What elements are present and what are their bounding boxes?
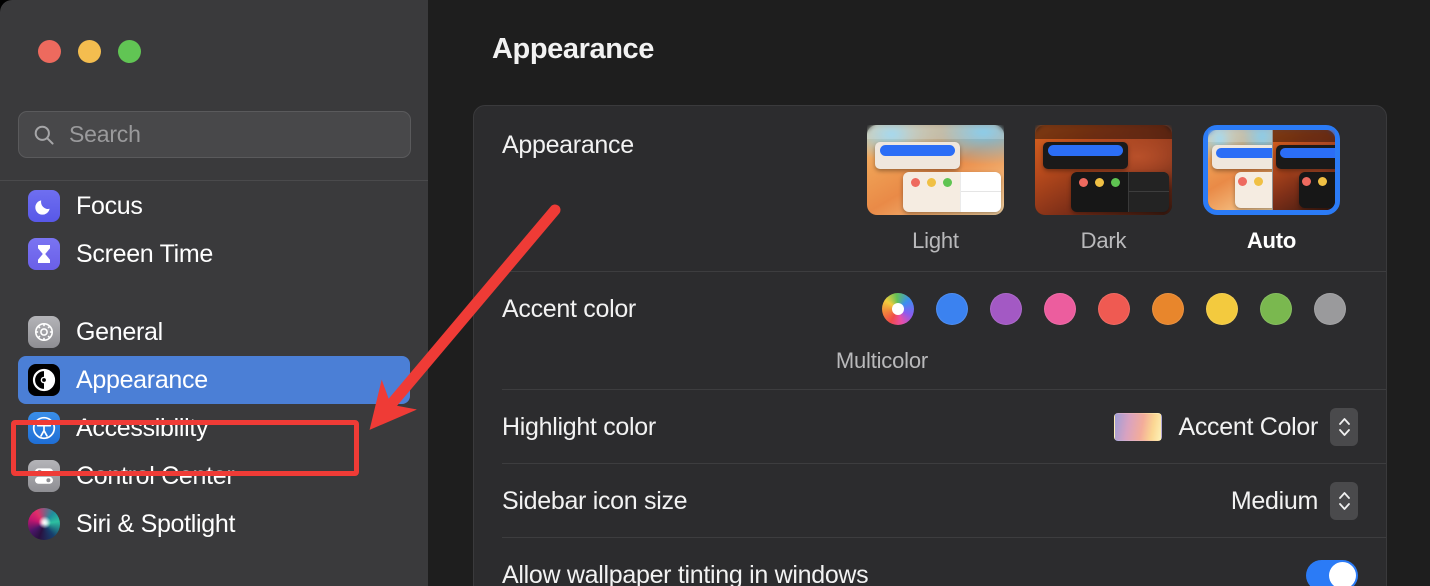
general-gear-icon (28, 316, 60, 348)
focus-moon-icon (28, 190, 60, 222)
highlight-color-row-label: Highlight color (502, 412, 656, 441)
search-icon (34, 125, 54, 145)
accessibility-person-icon (28, 412, 60, 444)
theme-caption: Auto (1246, 228, 1297, 253)
accent-swatch-pink[interactable] (1044, 293, 1076, 325)
accent-swatch-blue[interactable] (936, 293, 968, 325)
theme-thumbnail-light:  (867, 125, 1004, 215)
sidebar-icon-size-row: Sidebar icon size Medium (474, 464, 1386, 538)
sidebar-item-control-center[interactable]: Control Center (18, 452, 410, 500)
accent-color-caption: Multicolor (835, 348, 928, 373)
accent-color-row: Accent color Multicolor (474, 272, 1386, 390)
minimize-window-button[interactable] (78, 40, 101, 63)
sidebar-item-label: Siri & Spotlight (76, 509, 236, 538)
maximize-window-button[interactable] (118, 40, 141, 63)
sidebar-item-label: Appearance (76, 365, 208, 394)
sidebar-list: Focus Screen Time General Appearance Acc… (0, 182, 428, 548)
sidebar-item-siri-spotlight[interactable]: Siri & Spotlight (18, 500, 410, 548)
accent-color-row-label: Accent color (502, 294, 636, 323)
highlight-color-popup[interactable]: Accent Color (1114, 408, 1358, 446)
accent-swatch-yellow[interactable] (1206, 293, 1238, 325)
highlight-color-stepper[interactable] (1330, 408, 1358, 446)
search-input[interactable] (69, 121, 396, 148)
theme-options:  (867, 125, 1358, 254)
page-title: Appearance (492, 33, 655, 65)
sidebar-item-general[interactable]: General (18, 308, 410, 356)
system-settings-window: Focus Screen Time (0, 0, 1430, 586)
accent-swatch-red[interactable] (1098, 293, 1130, 325)
wallpaper-tinting-row: Allow wallpaper tinting in windows (474, 538, 1386, 586)
settings-card: Appearance  (473, 105, 1387, 586)
content-pane: Appearance Appearance  (428, 0, 1430, 586)
sidebar-item-label: Control Center (76, 461, 235, 490)
sidebar-item-appearance[interactable]: Appearance (18, 356, 410, 404)
appearance-row-label: Appearance (502, 131, 634, 159)
accent-swatch-purple[interactable] (990, 293, 1022, 325)
theme-caption: Dark (1080, 228, 1127, 253)
theme-option-light[interactable]:  (867, 125, 1004, 254)
appearance-row: Appearance  (474, 106, 1386, 272)
sidebar-icon-size-value: Medium (1230, 486, 1318, 515)
theme-thumbnail-auto:  (1203, 125, 1340, 215)
highlight-color-value: Accent Color (1178, 412, 1318, 441)
screenshot-root: Focus Screen Time (0, 0, 1430, 586)
sidebar-item-label: Screen Time (76, 239, 214, 268)
control-center-toggles-icon (28, 460, 60, 492)
sidebar-item-label: Accessibility (76, 413, 209, 442)
chevron-down-icon (1338, 503, 1350, 510)
sidebar-item-accessibility[interactable]: Accessibility (18, 404, 410, 452)
sidebar-icon-size-popup[interactable]: Medium (1231, 482, 1358, 520)
accent-swatch-orange[interactable] (1152, 293, 1184, 325)
accent-swatch-graphite[interactable] (1314, 293, 1346, 325)
theme-option-dark[interactable]:  (1035, 125, 1172, 254)
wallpaper-tinting-toggle[interactable] (1306, 559, 1358, 586)
traffic-lights (38, 40, 141, 63)
accent-swatch-green[interactable] (1260, 293, 1292, 325)
theme-thumbnail-dark:  (1035, 125, 1172, 215)
accent-color-swatches (882, 293, 1358, 325)
sidebar-item-label: Focus (76, 191, 143, 220)
highlight-color-row: Highlight color Accent Color (474, 390, 1386, 464)
sidebar-icon-size-stepper[interactable] (1330, 482, 1358, 520)
search-field[interactable] (18, 111, 411, 158)
chevron-down-icon (1338, 429, 1350, 436)
chevron-up-icon (1338, 418, 1350, 425)
theme-option-auto[interactable]:  (1203, 125, 1340, 254)
siri-orb-icon (28, 508, 60, 540)
accent-swatch-multicolor[interactable] (882, 293, 914, 325)
screen-time-hourglass-icon (28, 238, 60, 270)
appearance-contrast-icon (28, 364, 60, 396)
sidebar-item-focus[interactable]: Focus (18, 182, 410, 230)
sidebar-item-label: General (76, 317, 163, 346)
close-window-button[interactable] (38, 40, 61, 63)
sidebar-item-screen-time[interactable]: Screen Time (18, 230, 410, 278)
theme-caption: Light (912, 228, 959, 253)
highlight-color-swatch (1114, 413, 1163, 441)
sidebar: Focus Screen Time (0, 0, 428, 586)
sidebar-divider (0, 180, 428, 181)
wallpaper-tinting-row-label: Allow wallpaper tinting in windows (502, 560, 869, 586)
sidebar-icon-size-row-label: Sidebar icon size (502, 486, 688, 515)
chevron-up-icon (1338, 492, 1350, 499)
